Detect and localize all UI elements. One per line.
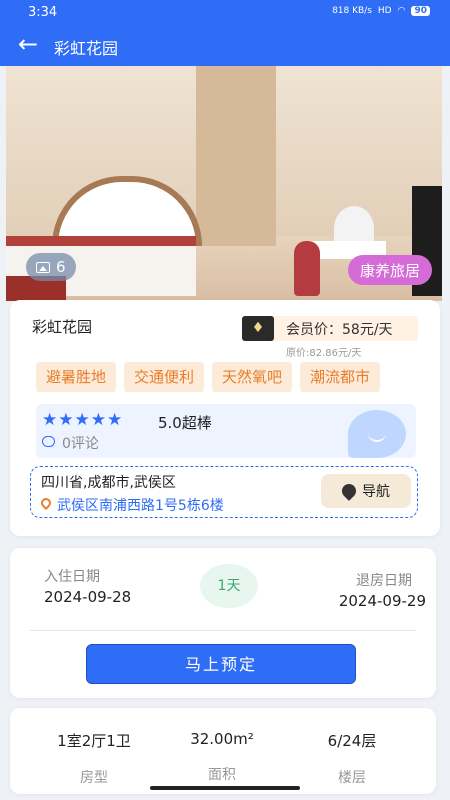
photo-chair	[294, 241, 320, 296]
diamond-icon: ♦	[242, 316, 274, 341]
signal-label: HD	[377, 6, 392, 16]
stay-days-badge: 1天	[200, 564, 258, 608]
category-tag: 康养旅居	[347, 255, 432, 285]
star-rating: ★★★★★	[42, 410, 124, 430]
address-region: 四川省,成都市,武侯区	[41, 475, 176, 491]
address-detail: 武侯区南浦西路1号5栋6楼	[57, 498, 224, 514]
map-pin-icon	[339, 481, 359, 501]
booking-card: 入住日期 2024-09-28 1天 退房日期 2024-09-29 马上预定	[10, 548, 436, 698]
room-layout: 1室2厅1卫 房型	[34, 730, 154, 787]
chat-bubble-icon[interactable]	[348, 410, 406, 458]
home-indicator[interactable]	[150, 786, 300, 790]
checkout-date[interactable]: 2024-09-29	[339, 592, 426, 610]
wifi-icon: ◠	[397, 6, 406, 16]
original-price: 原价:82.86元/天	[286, 348, 362, 359]
navigate-label: 导航	[362, 484, 390, 500]
comment-count: 0评论	[62, 436, 99, 452]
room-floor-label: 楼层	[338, 770, 366, 786]
address-box: 四川省,成都市,武侯区 武侯区南浦西路1号5栋6楼 导航	[30, 466, 418, 518]
book-now-button[interactable]: 马上预定	[86, 644, 356, 684]
feature-tag: 交通便利	[124, 362, 205, 392]
room-layout-label: 房型	[80, 770, 108, 786]
room-floor-value: 6/24层	[327, 732, 377, 750]
feature-tags: 避暑胜地 交通便利 天然氧吧 潮流都市	[36, 362, 440, 392]
photo-count-badge[interactable]: 6	[26, 253, 76, 281]
photo-door	[196, 66, 276, 246]
room-floor: 6/24层 楼层	[292, 730, 412, 787]
member-price-badge: ♦ 会员价：58元/天	[242, 316, 418, 341]
rating-score: 5.0超棒	[158, 414, 212, 432]
hotel-photo[interactable]: 6 康养旅居	[6, 66, 442, 301]
photo-count-label: 6	[56, 258, 66, 276]
hotel-info-card: 彩虹花园 ♦ 会员价：58元/天 原价:82.86元/天 避暑胜地 交通便利 天…	[10, 300, 440, 536]
network-speed: 818 KB/s	[332, 6, 372, 16]
divider	[30, 630, 416, 631]
member-price: 会员价：58元/天	[286, 322, 393, 338]
checkin-date[interactable]: 2024-09-28	[44, 588, 131, 606]
arrow-left-icon[interactable]: ←	[18, 30, 38, 58]
feature-tag: 天然氧吧	[212, 362, 293, 392]
comment-icon	[42, 436, 55, 447]
feature-tag: 潮流都市	[300, 362, 381, 392]
room-layout-value: 1室2厅1卫	[57, 732, 131, 750]
page-title: 彩虹花园	[54, 39, 119, 58]
checkin-label: 入住日期	[44, 569, 100, 585]
hotel-name: 彩虹花园	[32, 318, 93, 336]
room-area: 32.00m² 面积	[162, 730, 282, 784]
navigate-button[interactable]: 导航	[321, 474, 411, 508]
room-area-label: 面积	[208, 767, 236, 783]
status-bar: 3:34 818 KB/s HD ◠ 90	[0, 0, 450, 26]
image-icon	[36, 261, 50, 273]
checkout-label: 退房日期	[356, 573, 412, 589]
status-icons: 818 KB/s HD ◠ 90	[332, 6, 430, 16]
room-area-value: 32.00m²	[190, 730, 254, 748]
app-bar: ← 彩虹花园	[0, 26, 450, 66]
feature-tag: 避暑胜地	[36, 362, 117, 392]
status-time: 3:34	[28, 5, 58, 20]
battery-icon: 90	[411, 6, 430, 16]
location-pin-icon	[38, 495, 54, 511]
rating-panel[interactable]: ★★★★★ 5.0超棒 0评论	[36, 404, 416, 458]
room-details-card: 1室2厅1卫 房型 32.00m² 面积 6/24层 楼层	[10, 708, 436, 794]
